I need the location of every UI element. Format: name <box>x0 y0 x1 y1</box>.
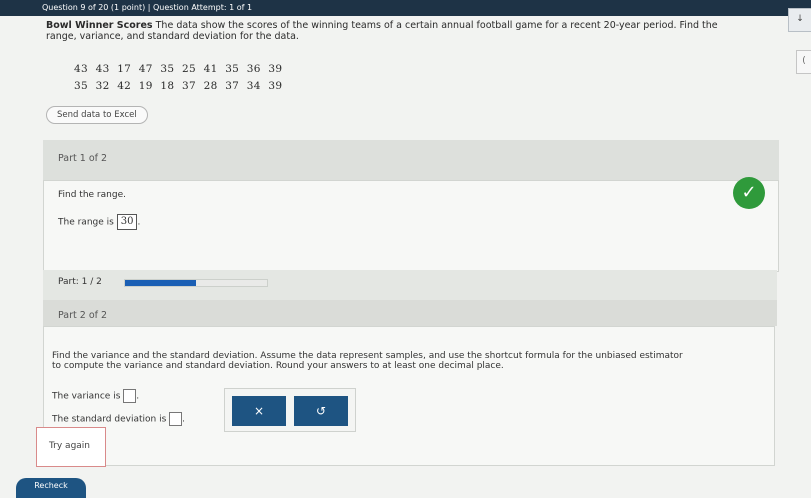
correct-check-icon: ✓ <box>733 177 765 209</box>
variance-label: The variance is <box>52 391 121 402</box>
variance-input[interactable] <box>123 389 137 403</box>
stddev-label: The standard deviation is <box>52 414 167 425</box>
range-label: The range is <box>58 217 114 228</box>
recheck-button[interactable]: Recheck <box>16 478 86 498</box>
problem-text-1: The data show the scores of the winning … <box>155 20 718 31</box>
part1-body <box>43 180 779 272</box>
stddev-input[interactable] <box>169 412 183 426</box>
problem-statement: Bowl Winner Scores The data show the sco… <box>46 20 766 42</box>
part2-instr-1: Find the variance and the standard devia… <box>52 351 683 361</box>
variance-period: . <box>136 391 140 402</box>
progress-bar-fill <box>125 280 196 286</box>
part1-prompt: Find the range. <box>58 190 126 200</box>
part2-instructions: Find the variance and the standard devia… <box>52 351 752 371</box>
clear-button[interactable]: × <box>232 396 286 426</box>
stddev-line: The standard deviation is . <box>52 412 185 426</box>
range-answer-line: The range is 30. <box>58 214 140 230</box>
data-row-2: 35 32 42 19 18 37 28 37 34 39 <box>74 80 283 92</box>
try-again-label: Try again <box>49 441 91 451</box>
progress-label: Part: 1 / 2 <box>58 277 102 287</box>
part2-body <box>43 326 775 466</box>
part1-header <box>43 140 779 180</box>
corner-menu-button[interactable]: ↓ <box>788 8 811 32</box>
part1-label: Part 1 of 2 <box>58 153 108 164</box>
range-answer-box[interactable]: 30 <box>116 214 138 230</box>
corner-tab-button[interactable]: ( <box>796 50 811 74</box>
variance-line: The variance is . <box>52 389 139 403</box>
stddev-period: . <box>182 414 186 425</box>
data-row-1: 43 43 17 47 35 25 41 35 36 39 <box>74 63 283 75</box>
problem-text-2: range, variance, and standard deviation … <box>46 31 299 42</box>
undo-button[interactable]: ↺ <box>294 396 348 426</box>
send-to-excel-button[interactable]: Send data to Excel <box>46 106 148 124</box>
part2-instr-2: to compute the variance and standard dev… <box>52 361 504 371</box>
try-again-button[interactable]: Try again <box>36 427 106 467</box>
problem-title: Bowl Winner Scores <box>46 20 153 31</box>
progress-bar <box>124 279 268 287</box>
range-period: . <box>137 217 141 228</box>
question-info: Question 9 of 20 (1 point) | Question At… <box>42 3 253 12</box>
part2-label: Part 2 of 2 <box>58 310 108 321</box>
top-bar: Question 9 of 20 (1 point) | Question At… <box>0 0 811 16</box>
part2-header <box>43 300 777 326</box>
